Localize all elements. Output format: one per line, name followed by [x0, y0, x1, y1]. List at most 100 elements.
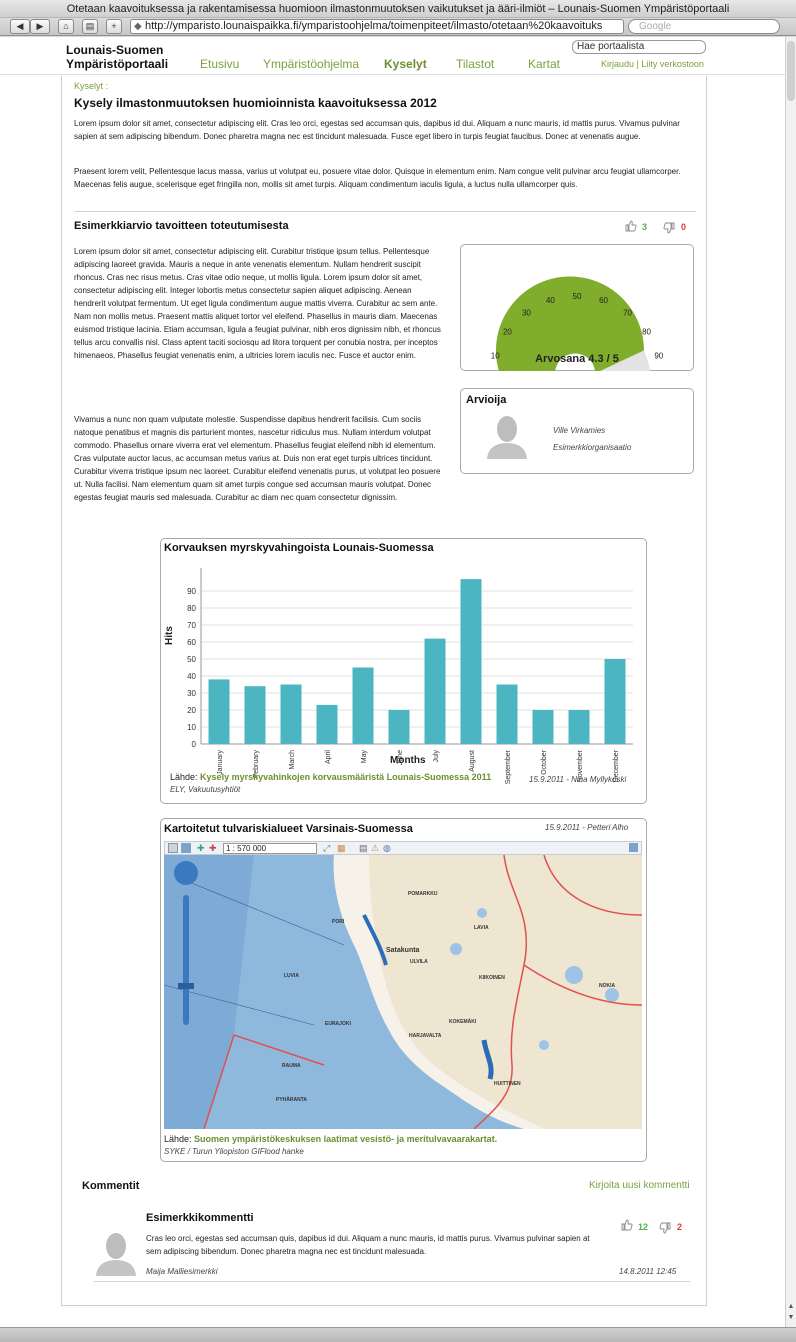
zoom-box-tool-icon[interactable]: [181, 843, 191, 853]
chart-bar: [532, 710, 554, 744]
chart-x-tick-label: May: [361, 750, 368, 764]
link-icon[interactable]: ⚠: [371, 843, 379, 854]
scrollbar-thumb[interactable]: [787, 41, 795, 101]
evaluation-votes-up: 3: [642, 222, 648, 232]
flood-map[interactable]: POMARKKU PORI Satakunta ULVILA LAVIA LUV…: [164, 855, 642, 1129]
map-source-org: SYKE / Turun Yliopiston GIFlood hanke: [164, 1147, 304, 1156]
breadcrumb[interactable]: Kyselyt :: [74, 81, 108, 91]
back-button[interactable]: ◀: [10, 19, 30, 34]
forward-button[interactable]: ▶: [30, 19, 50, 34]
map-place-rauma: RAUMA: [282, 1063, 301, 1069]
map-place-satakunta: Satakunta: [386, 947, 420, 954]
chart-bar: [280, 684, 302, 744]
layers-icon[interactable]: [629, 843, 638, 852]
thumbs-down-icon[interactable]: [663, 222, 675, 234]
scale-select[interactable]: 1 : 570 000: [223, 843, 317, 854]
chart-bar: [460, 579, 482, 744]
comment-votes-down: 2: [677, 1222, 683, 1232]
gauge-tick-label: 80: [642, 327, 651, 336]
page-title: Kysely ilmastonmuutoksen huomioinnista k…: [74, 96, 437, 110]
home-icon[interactable]: ⌂: [58, 19, 74, 34]
map-place-kokemaki: KOKEMÄKI: [449, 1019, 477, 1025]
map-zoom-handle[interactable]: [178, 983, 194, 989]
map-place-eurajoki: EURAJOKI: [325, 1021, 351, 1027]
map-place-nokia: NOKIA: [599, 983, 616, 989]
chart-bar: [568, 710, 590, 744]
chart-y-tick-label: 30: [187, 689, 196, 698]
evaluation-paragraph-1: Lorem ipsum dolor sit amet, consectetur …: [74, 247, 441, 360]
commenter-avatar: [96, 1233, 136, 1276]
print-map-icon[interactable]: ▤: [359, 843, 368, 854]
comment-thumbs-down-icon[interactable]: [659, 1222, 671, 1234]
add-bookmark-button[interactable]: +: [106, 19, 122, 34]
login-links[interactable]: Kirjaudu | Liity verkostoon: [601, 59, 704, 69]
chart-date-author: 15.9.2011 - Nina Myllykoski: [529, 775, 627, 784]
intro-paragraph-1: Lorem ipsum dolor sit amet, consectetur …: [74, 119, 680, 141]
chart-bar: [496, 684, 518, 744]
nav-kyselyt[interactable]: Kyselyt: [384, 57, 427, 71]
chart-bar: [208, 679, 230, 744]
chart-bar: [424, 638, 446, 744]
evaluation-paragraph-2: Vivamus a nunc non quam vulputate molest…: [74, 415, 441, 502]
chart-y-tick-label: 80: [187, 604, 196, 613]
chart-bar: [316, 704, 338, 744]
gauge-tick-label: 20: [503, 327, 512, 336]
map-source-prefix: Lähde:: [164, 1134, 192, 1144]
chart-bar: [244, 686, 266, 744]
address-bar[interactable]: ◆ http://ymparisto.lounaispaikka.fi/ympa…: [130, 19, 624, 34]
scroll-down-arrow-icon[interactable]: ▼: [786, 1314, 796, 1324]
map-source-link[interactable]: Suomen ympäristökeskuksen laatimat vesis…: [194, 1134, 497, 1144]
chart-x-tick-label: July: [433, 750, 440, 763]
nav-ymparistoohjelma[interactable]: Ympäristöohjelma: [263, 57, 359, 71]
map-place-luvia: LUVIA: [284, 973, 299, 979]
chart-y-tick-label: 70: [187, 621, 196, 630]
nav-tilastot[interactable]: Tilastot: [456, 57, 494, 71]
comment-title: Esimerkkikommentti: [146, 1212, 254, 1224]
comment-thumbs-up-icon[interactable]: [621, 1219, 633, 1231]
nav-kartat[interactable]: Kartat: [528, 57, 560, 71]
scroll-up-arrow-icon[interactable]: ▲: [786, 1303, 796, 1313]
measure-tool-icon[interactable]: ▦: [337, 843, 346, 854]
print-icon[interactable]: ▤: [82, 19, 98, 34]
zoom-out-tool-icon[interactable]: ✚: [209, 843, 217, 854]
reviewer-name: Ville Virkamies: [553, 426, 606, 435]
vertical-scrollbar[interactable]: ▲ ▼: [785, 37, 796, 1327]
map-date-author: 15.9.2011 - Petteri Alho: [545, 823, 629, 832]
full-extent-icon[interactable]: ⤢: [323, 843, 330, 854]
site-icon: ◆: [134, 21, 142, 32]
comment-divider: [94, 1281, 690, 1282]
map-place-ulvila: ULVILA: [410, 959, 428, 965]
header-divider: [0, 74, 785, 75]
browser-search-input[interactable]: Google: [628, 19, 780, 34]
gauge-tick-label: 70: [623, 308, 632, 317]
chart-x-label: Months: [390, 755, 426, 766]
section-divider: [74, 211, 696, 212]
site-logo[interactable]: Lounais-Suomen Ympäristöportaali: [66, 43, 168, 71]
zoom-in-tool-icon[interactable]: ✚: [197, 843, 205, 854]
gauge-label: Arvosana 4.3 / 5: [535, 353, 619, 365]
comment-body: Cras leo orci, egestas sed accumsan quis…: [146, 1234, 590, 1256]
map-zoom-slider[interactable]: [183, 895, 189, 1025]
map-graphic: [164, 855, 642, 1129]
map-nav-pan[interactable]: [174, 861, 198, 885]
browser-toolbar: ◀ ▶ ⌂ ▤ + ◆ http://ymparisto.lounaispaik…: [0, 18, 796, 36]
chart-bar: [388, 710, 410, 744]
globe-icon[interactable]: ◍: [383, 843, 391, 854]
pan-tool-icon[interactable]: [168, 843, 178, 853]
chart-y-tick-label: 20: [187, 706, 196, 715]
map-title: Kartoitetut tulvariskialueet Varsinais-S…: [164, 823, 413, 835]
intro-paragraph-2: Praesent lorem velit, Pellentesque lacus…: [74, 167, 681, 189]
logo-line-1: Lounais-Suomen: [66, 43, 164, 57]
thumbs-up-icon[interactable]: [625, 220, 637, 232]
chart-source-prefix: Lähde:: [170, 772, 198, 782]
chart-y-label: Hits: [163, 626, 175, 645]
chart-y-tick-label: 0: [192, 740, 197, 749]
map-place-pyharanta: PYHÄRANTA: [276, 1097, 308, 1103]
write-comment-link[interactable]: Kirjoita uusi kommentti: [589, 1180, 690, 1191]
portal-search-input[interactable]: Hae portaalista: [572, 40, 706, 54]
map-source: Lähde: Suomen ympäristökeskuksen laatima…: [164, 1134, 497, 1144]
address-text: http://ymparisto.lounaispaikka.fi/ympari…: [145, 20, 603, 32]
chart-source-link[interactable]: Kysely myrskyvahinkojen korvausmääristä …: [200, 772, 491, 782]
nav-etusivu[interactable]: Etusivu: [200, 57, 239, 71]
chart-y-tick-label: 90: [187, 587, 196, 596]
